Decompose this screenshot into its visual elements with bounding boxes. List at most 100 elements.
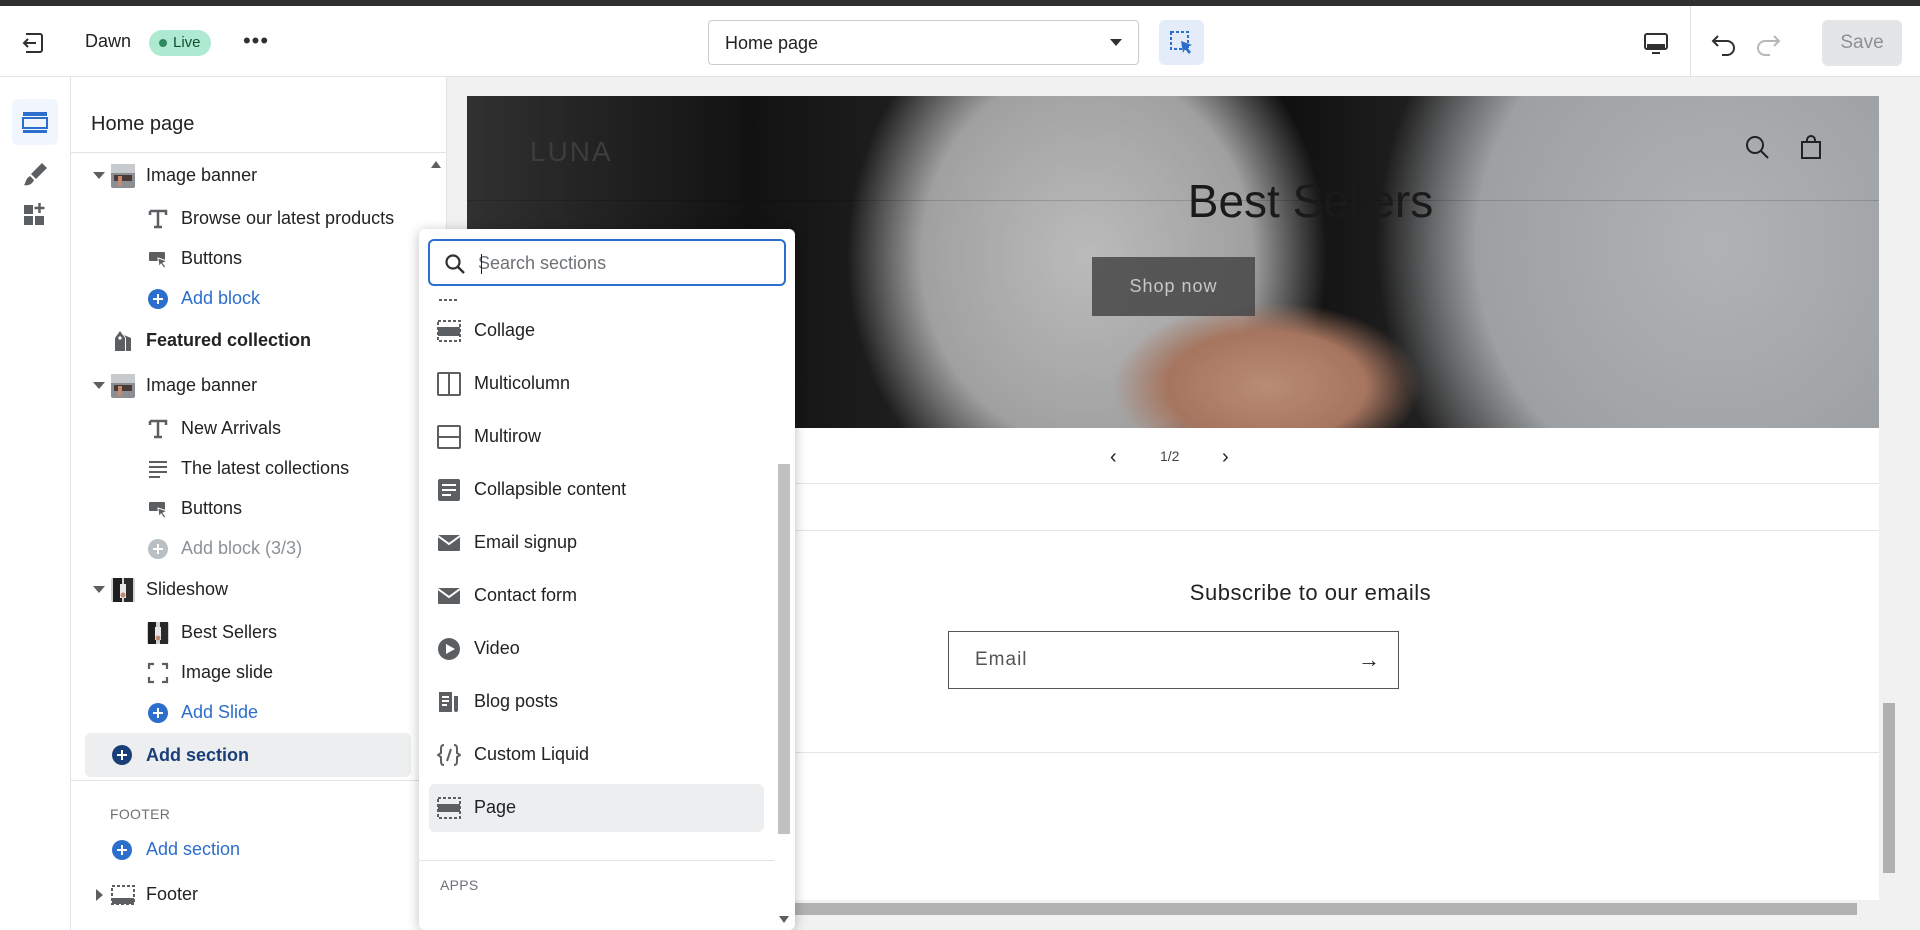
editor-rail [0,77,71,930]
section-option-collage[interactable]: Collage [429,307,764,355]
chevron-left-icon[interactable]: ‹ [1110,446,1117,469]
chevron-right-icon[interactable]: › [1222,446,1229,469]
divider [419,860,774,861]
section-option-custom-liquid[interactable]: Custom Liquid [429,731,764,779]
exit-icon[interactable] [20,30,46,56]
image-slide-frame-icon [147,662,169,684]
text-icon [147,208,169,230]
tree-label: Best Sellers [181,622,278,642]
section-option-collapsible-content[interactable]: Collapsible content [429,466,764,514]
collage-icon [437,319,461,343]
section-featured-collection[interactable]: Featured collection [71,322,411,360]
collapse-caret-icon[interactable] [93,382,105,389]
add-section-button[interactable]: Add section [85,733,411,777]
slide-counter: 1/2 [1160,448,1180,464]
section-option-email-signup[interactable]: Email signup [429,519,764,567]
search-field[interactable] [428,239,786,286]
page-selector[interactable]: Home page [708,20,1139,65]
section-option-contact-form[interactable]: Contact form [429,572,764,620]
search-input[interactable] [478,249,768,277]
block-best-sellers[interactable]: Best Sellers [71,614,411,652]
expand-caret-icon[interactable] [96,889,103,901]
section-list: Collage Multicolumn Multirow Collapsible… [419,291,774,911]
email-field[interactable]: Email → [948,631,1399,689]
page-icon [437,796,461,820]
section-slideshow[interactable]: Slideshow [71,571,411,609]
save-button[interactable]: Save [1822,20,1902,66]
desktop-view-icon[interactable] [1643,32,1669,56]
add-block-button[interactable]: Add block [71,280,411,318]
block-image-slide[interactable]: Image slide [71,654,411,692]
multirow-icon [437,425,461,449]
caret-down-icon [1110,39,1122,46]
add-slide-button[interactable]: Add Slide [71,694,411,732]
undo-icon[interactable] [1710,30,1738,58]
collection-tag-icon [111,329,135,353]
footer-section-icon [111,883,135,907]
plus-circle-icon [147,288,169,310]
apps-group-heading: APPS [440,877,479,893]
section-image-banner[interactable]: Image banner [71,367,411,405]
collapse-caret-icon[interactable] [93,172,105,179]
store-logo[interactable]: LUNA [530,136,613,168]
block-buttons[interactable]: Buttons [71,490,411,528]
slide-thumbnail [147,622,169,644]
block-browse-latest[interactable]: Browse our latest products [71,200,411,238]
plus-circle-icon [147,702,169,724]
preview-scrollbar[interactable] [1879,96,1899,896]
collapse-caret-icon[interactable] [93,586,105,593]
search-icon[interactable] [1744,134,1770,160]
scrollbar-thumb[interactable] [1883,703,1895,873]
app-embeds-tab[interactable] [12,191,58,237]
section-option-multirow[interactable]: Multirow [429,413,764,461]
tree-label: The latest collections [181,458,350,478]
section-image-banner[interactable]: Image banner [71,157,411,195]
multicolumn-icon [437,372,461,396]
redo-icon[interactable] [1754,30,1782,58]
section-option-blog-posts[interactable]: Blog posts [429,678,764,726]
section-option-video[interactable]: Video [429,625,764,673]
sidebar-title: Home page [91,113,195,135]
tree-label: New Arrivals [181,418,282,438]
popover-scrollbar[interactable] [775,291,793,927]
block-buttons[interactable]: Buttons [71,240,411,278]
select-cursor-icon [1170,31,1192,54]
section-footer[interactable]: Footer [71,876,411,914]
code-icon [436,743,462,767]
scrollbar-thumb[interactable] [778,464,790,834]
tree-label: Add block (3/3) [181,538,303,558]
text-icon [147,418,169,440]
block-new-arrivals[interactable]: New Arrivals [71,410,411,448]
preview-horizontal-scrollbar[interactable] [794,900,1879,918]
blog-icon [437,690,461,714]
tree-label: Buttons [181,248,243,268]
option-label: Video [474,638,520,658]
add-block-button-disabled: Add block (3/3) [71,530,411,568]
editor-topbar: Dawn Live ••• Home page Save [0,6,1920,77]
section-option-multicolumn[interactable]: Multicolumn [429,360,764,408]
divider [71,152,447,153]
scroll-down-arrow[interactable] [779,916,789,923]
arrow-right-icon[interactable]: → [1358,647,1380,673]
option-label: Collapsible content [474,479,627,499]
sections-sidebar: Home page Image banner Browse our latest… [71,77,447,930]
email-icon [437,531,461,555]
add-section-popover: Collage Multicolumn Multirow Collapsible… [419,229,795,930]
tree-label: Buttons [181,498,243,518]
slide-heading: Best Sellers [1187,175,1434,227]
sections-tab[interactable] [12,99,58,145]
option-label: Email signup [474,532,578,552]
block-latest-collections[interactable]: The latest collections [71,450,411,488]
cart-icon[interactable] [1798,134,1824,160]
video-icon [437,637,461,661]
footer-add-section-button[interactable]: Add section [71,831,411,869]
contact-form-icon [437,584,461,608]
more-actions-icon[interactable]: ••• [241,28,271,58]
scrollbar-thumb[interactable] [794,903,1857,915]
shop-now-button[interactable]: Shop now [1092,257,1255,316]
tree-label: Add section [146,839,241,859]
scroll-up-arrow[interactable] [431,161,441,168]
inspector-toggle[interactable] [1159,20,1204,65]
text-cursor [481,254,482,274]
section-option-page[interactable]: Page [429,784,764,832]
